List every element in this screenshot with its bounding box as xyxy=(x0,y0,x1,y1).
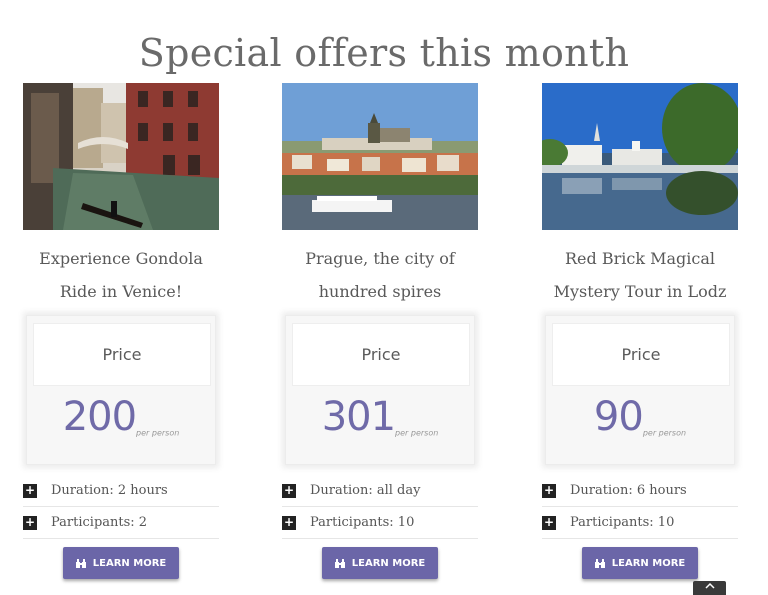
price-value: 200per person xyxy=(27,394,215,456)
offer-card-venice: Experience Gondola Ride in Venice! Price… xyxy=(23,83,219,579)
learn-more-label: LEARN MORE xyxy=(611,557,686,569)
lodz-palace-photo[interactable] xyxy=(542,83,738,230)
offer-details: + Duration: 6 hours + Participants: 10 xyxy=(542,475,738,539)
offer-title: Prague, the city of hundred spires xyxy=(305,249,455,301)
price-unit: per person xyxy=(642,428,687,438)
participants-row[interactable]: + Participants: 2 xyxy=(23,507,219,539)
scroll-to-top-button[interactable] xyxy=(693,581,726,595)
price-box: Price 200per person xyxy=(26,315,216,465)
price-amount: 200 xyxy=(62,394,137,440)
prague-castle-photo[interactable] xyxy=(282,83,478,230)
duration-text: Duration: 2 hours xyxy=(51,483,168,498)
price-box: Price 90per person xyxy=(545,315,735,465)
plus-icon[interactable]: + xyxy=(542,483,556,498)
price-label: Price xyxy=(33,323,211,386)
plus-icon[interactable]: + xyxy=(282,483,296,498)
offer-title: Experience Gondola Ride in Venice! xyxy=(39,249,203,301)
learn-more-button[interactable]: LEARN MORE xyxy=(63,547,179,579)
chevron-up-icon xyxy=(704,582,715,589)
participants-row[interactable]: + Participants: 10 xyxy=(282,507,478,539)
price-value: 90per person xyxy=(546,394,734,456)
offer-details: + Duration: all day + Participants: 10 xyxy=(282,475,478,539)
binoculars-icon xyxy=(334,558,345,568)
plus-icon[interactable]: + xyxy=(542,515,556,530)
plus-icon[interactable]: + xyxy=(23,515,37,530)
binoculars-icon xyxy=(75,558,86,568)
participants-text: Participants: 10 xyxy=(310,515,415,530)
duration-row[interactable]: + Duration: all day xyxy=(282,475,478,507)
price-unit: per person xyxy=(395,428,439,438)
offer-card-lodz: Red Brick Magical Mystery Tour in Lodz P… xyxy=(542,83,738,579)
learn-more-label: LEARN MORE xyxy=(351,557,426,569)
venice-canal-photo[interactable] xyxy=(23,83,219,230)
plus-icon[interactable]: + xyxy=(23,483,37,498)
price-label: Price xyxy=(552,323,730,386)
participants-row[interactable]: + Participants: 10 xyxy=(542,507,738,539)
participants-text: Participants: 10 xyxy=(570,515,675,530)
price-value: 301per person xyxy=(286,394,474,456)
page-title: Special offers this month xyxy=(138,31,630,76)
duration-text: Duration: all day xyxy=(310,483,421,498)
offer-title: Red Brick Magical Mystery Tour in Lodz xyxy=(553,249,727,301)
learn-more-label: LEARN MORE xyxy=(92,557,167,569)
price-unit: per person xyxy=(136,428,180,438)
price-box: Price 301per person xyxy=(285,315,475,465)
duration-row[interactable]: + Duration: 6 hours xyxy=(542,475,738,507)
plus-icon[interactable]: + xyxy=(282,515,296,530)
offer-card-prague: Prague, the city of hundred spires Price… xyxy=(282,83,478,579)
price-amount: 90 xyxy=(593,394,644,440)
binoculars-icon xyxy=(594,558,605,568)
learn-more-button[interactable]: LEARN MORE xyxy=(322,547,438,579)
learn-more-button[interactable]: LEARN MORE xyxy=(582,547,698,579)
price-label: Price xyxy=(292,323,470,386)
participants-text: Participants: 2 xyxy=(51,515,148,530)
offer-details: + Duration: 2 hours + Participants: 2 xyxy=(23,475,219,539)
duration-text: Duration: 6 hours xyxy=(570,483,687,498)
price-amount: 301 xyxy=(321,394,396,440)
duration-row[interactable]: + Duration: 2 hours xyxy=(23,475,219,507)
